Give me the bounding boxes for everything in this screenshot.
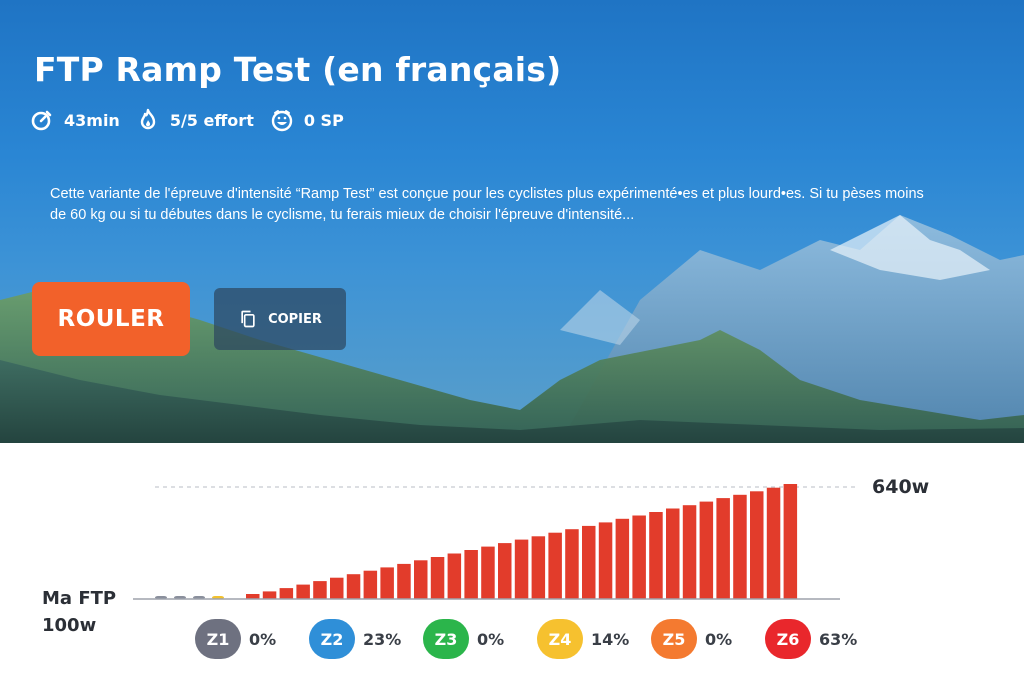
zone-badge: Z2 [309, 619, 355, 659]
ramp-bar [330, 577, 344, 599]
ramp-bar [766, 487, 781, 599]
copy-button[interactable]: COPIER [214, 288, 346, 350]
ramp-bar [279, 588, 294, 599]
ramp-bar [682, 505, 697, 599]
ramp-bar [397, 563, 411, 599]
ftp-label-title: Ma FTP [42, 588, 117, 609]
zone-item-z5: Z5 0% [651, 619, 749, 659]
zone-percent: 14% [591, 629, 630, 649]
ramp-bar [447, 553, 462, 599]
zone-badge: Z4 [537, 619, 583, 659]
workout-description: Cette variante de l'épreuve d'intensité … [50, 186, 924, 223]
zone-item-z6: Z6 63% [765, 619, 863, 659]
zone-distribution: Z1 0% Z2 23% Z3 0% Z4 14% Z5 0% Z6 63% [195, 619, 879, 659]
ramp-bar [346, 574, 361, 599]
ftp-label-value: 100w [42, 615, 97, 636]
stopwatch-icon [31, 110, 52, 131]
workout-title: FTP Ramp Test (en français) [34, 50, 562, 89]
zone-item-z4: Z4 14% [537, 619, 635, 659]
ramp-bar [649, 512, 663, 599]
ramp-bar [262, 591, 277, 599]
zone-percent: 63% [819, 629, 858, 649]
ramp-bar [565, 529, 579, 599]
ramp-bar [699, 501, 714, 599]
ramp-bar [783, 484, 798, 599]
flame-icon [140, 108, 156, 130]
ramp-bar [582, 525, 596, 599]
max-power-label: 640w [872, 476, 930, 498]
ramp-bar [380, 567, 394, 599]
ramp-bar [548, 532, 562, 599]
copy-label: COPIER [268, 311, 322, 327]
copy-icon [241, 310, 255, 328]
ramp-bar [598, 522, 613, 599]
duration-stat: 43min [30, 108, 120, 132]
ramp-bar [430, 557, 445, 599]
effort-value: 5/5 effort [169, 110, 254, 130]
sp-value: 0 SP [303, 110, 344, 130]
zone-item-z3: Z3 0% [423, 619, 521, 659]
ramp-bar [514, 539, 529, 599]
workout-header: FTP Ramp Test (en français) 43min 5/5 ef… [0, 0, 1024, 443]
zone-item-z2: Z2 23% [309, 619, 407, 659]
duration-value: 43min [64, 110, 120, 130]
effort-stat: 5/5 effort [136, 108, 254, 132]
ride-button[interactable]: ROULER [32, 282, 190, 356]
zone-badge: Z3 [423, 619, 469, 659]
ramp-bar [481, 546, 495, 599]
ramp-bar [464, 550, 478, 599]
ramp-bar [716, 498, 730, 599]
zone-percent: 0% [249, 629, 277, 649]
zone-percent: 0% [705, 629, 733, 649]
ramp-bar [733, 494, 747, 599]
ramp-bar [750, 491, 764, 599]
ramp-bar [666, 508, 680, 599]
ramp-bar [615, 518, 630, 599]
smiley-icon [271, 110, 293, 132]
zone-item-z1: Z1 0% [195, 619, 293, 659]
zone-percent: 0% [477, 629, 505, 649]
ftp-label: Ma FTP 100w [42, 585, 116, 639]
workout-stats: 43min 5/5 effort 0 SP [30, 108, 360, 132]
ramp-bar [632, 515, 646, 599]
ramp-bar [363, 570, 378, 599]
workout-profile-chart: 640w Ma FTP 100w Z1 0% Z2 23% Z3 0% Z4 14% Z5 0% Z… [0, 443, 1024, 690]
ramp-bar [414, 560, 428, 599]
zone-percent: 23% [363, 629, 402, 649]
ramp-bar [498, 543, 512, 599]
zone-badge: Z1 [195, 619, 241, 659]
sp-stat: 0 SP [270, 108, 344, 132]
ramp-bar [313, 581, 327, 599]
zone-badge: Z5 [651, 619, 697, 659]
ramp-bar [531, 536, 546, 599]
zone-badge: Z6 [765, 619, 811, 659]
ramp-bar [296, 584, 310, 599]
